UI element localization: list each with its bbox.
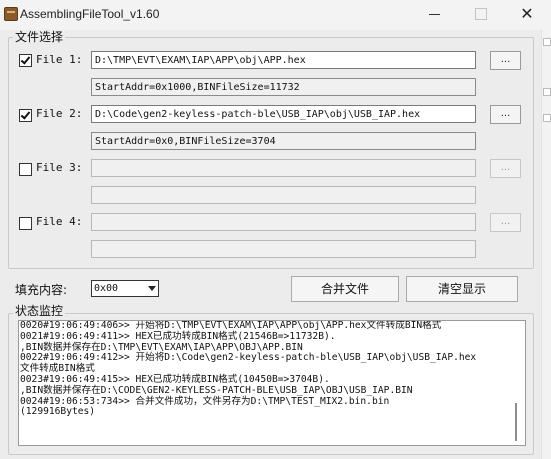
file-1-path-input[interactable]: D:\TMP\EVT\EXAM\IAP\APP\obj\APP.hex <box>91 51 476 69</box>
log-line: ,BIN数据并保存在D:\CODE\GEN2-KEYLESS-PATCH-BLE… <box>20 384 413 396</box>
file-3-path-input <box>91 159 476 177</box>
file-4-checkbox[interactable] <box>19 217 32 230</box>
merge-files-button[interactable]: 合并文件 <box>291 276 399 302</box>
file-4-browse-button: ... <box>490 213 521 232</box>
file-1-info: StartAddr=0x1000,BINFileSize=11732 <box>91 78 476 96</box>
log-scrollbar[interactable] <box>513 321 525 445</box>
edge-marker <box>543 114 551 122</box>
maximize-button <box>464 2 498 26</box>
file-2-info: StartAddr=0x0,BINFileSize=3704 <box>91 132 476 150</box>
clear-display-button[interactable]: 清空显示 <box>406 276 518 302</box>
file-3-label: File 3: <box>36 161 83 174</box>
title-bar: AssemblingFileTool_v1.60 ✕ <box>0 0 551 30</box>
file-selection-group <box>8 37 534 269</box>
minimize-button[interactable] <box>418 2 452 26</box>
file-2-browse-button[interactable]: ... <box>490 105 521 124</box>
status-log[interactable]: 0020#19:06:49:406>> 开始将D:\TMP\EVT\EXAM\I… <box>18 320 526 446</box>
file-4-path-input <box>91 213 476 231</box>
app-icon <box>4 7 18 21</box>
fill-content-select[interactable]: 0x00 <box>91 280 159 297</box>
file-1-browse-button[interactable]: ... <box>490 51 521 70</box>
file-4-info <box>91 240 476 258</box>
fill-content-value: 0x00 <box>94 283 119 294</box>
window-title: AssemblingFileTool_v1.60 <box>20 7 160 21</box>
background-window-edge <box>541 30 551 459</box>
maximize-icon <box>475 8 487 20</box>
file-3-info <box>91 186 476 204</box>
edge-marker <box>543 88 551 96</box>
edge-marker <box>543 38 551 46</box>
file-2-checkbox[interactable] <box>19 109 32 122</box>
file-3-checkbox[interactable] <box>19 163 32 176</box>
log-line: 0021#19:06:49:411>> HEX已成功转成BIN格式(21546B… <box>20 330 336 342</box>
file-selection-label: 文件选择 <box>13 30 66 44</box>
file-3-browse-button: ... <box>490 159 521 178</box>
log-line: (129916Bytes) <box>20 406 96 418</box>
file-4-label: File 4: <box>36 215 83 228</box>
log-scrollbar-thumb[interactable] <box>515 403 517 441</box>
file-2-path-input[interactable]: D:\Code\gen2-keyless-patch-ble\USB_IAP\o… <box>91 105 476 123</box>
minimize-icon <box>429 14 440 15</box>
close-icon: ✕ <box>520 4 534 23</box>
status-monitor-label: 状态监控 <box>13 304 66 318</box>
file-1-label: File 1: <box>36 53 83 66</box>
file-2-label: File 2: <box>36 107 83 120</box>
fill-content-label: 填充内容: <box>15 283 68 297</box>
close-button[interactable]: ✕ <box>510 2 544 26</box>
chevron-down-icon <box>148 286 156 291</box>
file-1-checkbox[interactable] <box>19 54 32 67</box>
